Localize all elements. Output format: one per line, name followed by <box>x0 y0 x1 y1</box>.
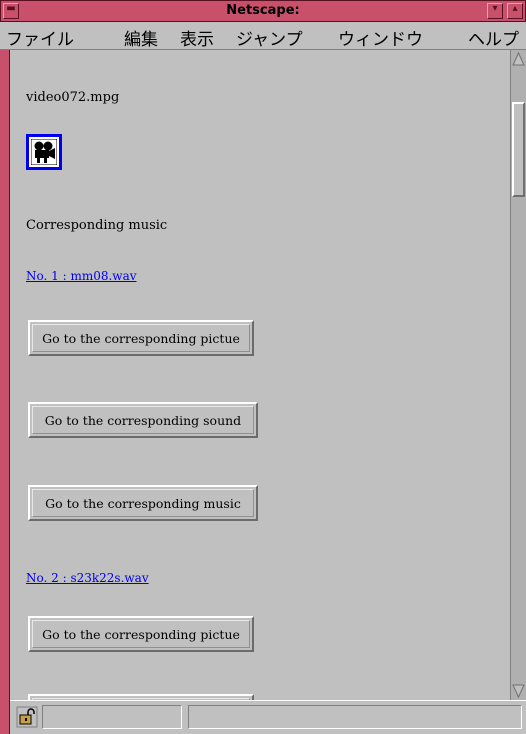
goto-sound-button-1[interactable]: Go to the corresponding sound <box>28 402 258 438</box>
goto-picture-button-1[interactable]: Go to the corresponding pictue <box>28 320 254 356</box>
section-heading: Corresponding music <box>26 218 168 233</box>
menu-file[interactable]: ファイル <box>6 25 74 50</box>
menu-window[interactable]: ウィンドウ <box>338 25 423 50</box>
movie-camera-icon <box>31 139 57 165</box>
window-title: Netscape: <box>226 3 300 18</box>
menu-edit[interactable]: 編集 <box>124 25 158 50</box>
scroll-up-arrow-icon[interactable] <box>511 50 526 68</box>
goto-music-button-1[interactable]: Go to the corresponding music <box>28 485 258 521</box>
minimize-button[interactable]: ▾ <box>487 3 503 19</box>
status-progress-field <box>42 705 182 729</box>
menu-view[interactable]: 表示 <box>180 25 214 50</box>
menu-go[interactable]: ジャンプ <box>236 25 303 50</box>
goto-picture-button-2[interactable]: Go to the corresponding pictue <box>28 616 254 652</box>
window-left-border <box>0 50 10 734</box>
button-label: Go to the corresponding pictue <box>42 331 240 346</box>
minimize-icon: ▾ <box>492 3 498 14</box>
maximize-icon: ▴ <box>512 3 518 14</box>
button-label: Go to the corresponding sound <box>44 413 242 428</box>
page-content: video072.mpg Corresponding music No. 1 :… <box>10 50 510 700</box>
vertical-scrollbar[interactable] <box>510 50 526 700</box>
status-message-field <box>188 705 522 729</box>
maximize-button[interactable]: ▴ <box>507 3 523 19</box>
filename-text: video072.mpg <box>26 90 120 105</box>
scrollbar-thumb[interactable] <box>512 102 525 197</box>
window-titlebar[interactable]: ▬ Netscape: ▾ ▴ <box>0 0 526 22</box>
music-link-1[interactable]: No. 1 : mm08.wav <box>26 269 137 283</box>
video-thumbnail-link[interactable] <box>26 134 62 170</box>
button-label: Go to the corresponding pictue <box>42 627 240 642</box>
menu-help[interactable]: ヘルプ <box>468 25 519 50</box>
menu-bar: ファイル 編集 表示 ジャンプ ウィンドウ ヘルプ <box>0 22 526 50</box>
button-label: Go to the corresponding music <box>45 496 241 511</box>
unlocked-padlock-icon[interactable] <box>16 706 38 728</box>
music-link-2[interactable]: No. 2 : s23k22s.wav <box>26 571 149 585</box>
scroll-down-arrow-icon[interactable] <box>511 682 526 700</box>
status-bar <box>10 700 526 734</box>
